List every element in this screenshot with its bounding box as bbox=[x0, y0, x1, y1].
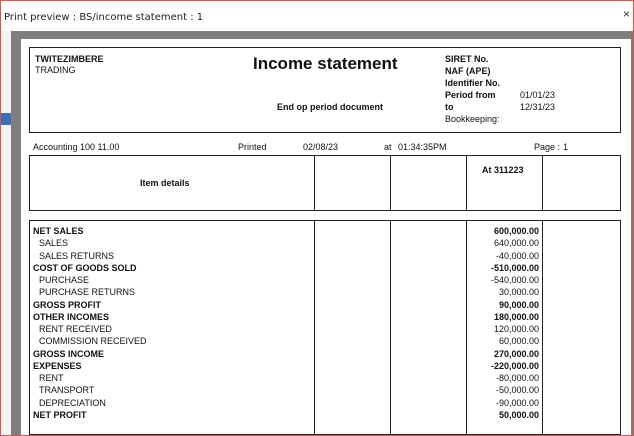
row-label: SALES bbox=[39, 238, 69, 249]
window-title: Print preview : BS/income statement : 1 bbox=[4, 12, 204, 23]
column-header-box bbox=[29, 155, 621, 211]
report-subtitle: End op period document bbox=[277, 102, 383, 112]
body-divider-2 bbox=[390, 220, 391, 435]
printed-date: 02/08/23 bbox=[303, 142, 339, 152]
printed-label: Printed bbox=[238, 142, 267, 152]
printed-at-label: at bbox=[384, 142, 392, 152]
page-number: 1 bbox=[563, 142, 569, 152]
period-to-value: 12/31/23 bbox=[520, 102, 556, 112]
row-amount: -50,000.00 bbox=[495, 385, 539, 396]
row-amount: 50,000.00 bbox=[498, 409, 539, 420]
row-amount: -80,000.00 bbox=[495, 373, 539, 383]
row-label: GROSS INCOME bbox=[33, 348, 105, 359]
item-details-header: Item details bbox=[140, 178, 190, 188]
period-from-value: 01/01/23 bbox=[520, 90, 556, 100]
col-divider-3 bbox=[466, 155, 467, 211]
row-label: DEPRECIATION bbox=[39, 397, 106, 408]
company-name: TWITEZIMBERE bbox=[35, 54, 104, 64]
row-amount: -220,000.00 bbox=[490, 360, 539, 371]
close-icon[interactable]: × bbox=[623, 7, 634, 23]
row-label: PURCHASE bbox=[39, 275, 90, 285]
row-label: TRANSPORT bbox=[39, 385, 95, 396]
row-label: COMMISSION RECEIVED bbox=[39, 336, 147, 347]
row-amount: 640,000.00 bbox=[493, 238, 539, 249]
report-title: Income statement bbox=[253, 54, 398, 73]
col-divider-2 bbox=[390, 155, 391, 211]
left-strip bbox=[1, 31, 11, 435]
row-amount: 30,000.00 bbox=[498, 287, 539, 298]
col-divider-4 bbox=[542, 155, 543, 211]
siret-label: SIRET No. bbox=[445, 54, 489, 64]
title-bar[interactable]: Print preview : BS/income statement : 1 … bbox=[1, 1, 633, 31]
row-label: RENT RECEIVED bbox=[39, 324, 112, 334]
row-amount: -540,000.00 bbox=[490, 275, 539, 285]
software-version: Accounting 100 11.00 bbox=[33, 142, 120, 152]
body-divider-3 bbox=[466, 220, 467, 435]
row-label: EXPENSES bbox=[33, 360, 82, 371]
bookkeeping-label: Bookkeeping: bbox=[445, 114, 500, 124]
identifier-label: Identifier No. bbox=[445, 78, 501, 88]
row-amount: 180,000.00 bbox=[493, 311, 539, 322]
row-label: GROSS PROFIT bbox=[33, 299, 102, 310]
row-label: RENT bbox=[39, 373, 64, 383]
amount-column-header: At 311223 bbox=[482, 165, 524, 175]
report-page: TWITEZIMBERE TRADING Income statement En… bbox=[21, 39, 631, 435]
row-amount: 60,000.00 bbox=[498, 336, 539, 347]
row-label: PURCHASE RETURNS bbox=[39, 287, 136, 298]
row-amount: 600,000.00 bbox=[493, 226, 539, 236]
row-label: OTHER INCOMES bbox=[33, 311, 110, 322]
row-amount: 90,000.00 bbox=[498, 299, 539, 310]
period-from-label: Period from bbox=[445, 90, 496, 100]
row-amount: -40,000.00 bbox=[495, 250, 539, 261]
row-label: SALES RETURNS bbox=[39, 250, 115, 261]
company-subtitle: TRADING bbox=[35, 65, 76, 75]
page-label: Page : bbox=[534, 142, 561, 152]
naf-label: NAF (APE) bbox=[445, 66, 491, 76]
row-label: COST OF GOODS SOLD bbox=[33, 262, 137, 273]
side-marker bbox=[1, 113, 11, 125]
print-preview-window: Print preview : BS/income statement : 1 … bbox=[0, 0, 634, 436]
row-amount: -510,000.00 bbox=[490, 262, 539, 273]
row-label: NET PROFIT bbox=[33, 409, 87, 420]
row-amount: 120,000.00 bbox=[493, 324, 539, 334]
col-divider-1 bbox=[314, 155, 315, 211]
printed-time: 01:34:35PM bbox=[398, 142, 447, 152]
body-divider-1 bbox=[314, 220, 315, 435]
period-to-label: to bbox=[445, 102, 454, 112]
row-amount: 270,000.00 bbox=[493, 348, 539, 359]
row-label: NET SALES bbox=[33, 226, 84, 236]
body-divider-4 bbox=[542, 220, 543, 435]
row-amount: -90,000.00 bbox=[495, 397, 539, 408]
